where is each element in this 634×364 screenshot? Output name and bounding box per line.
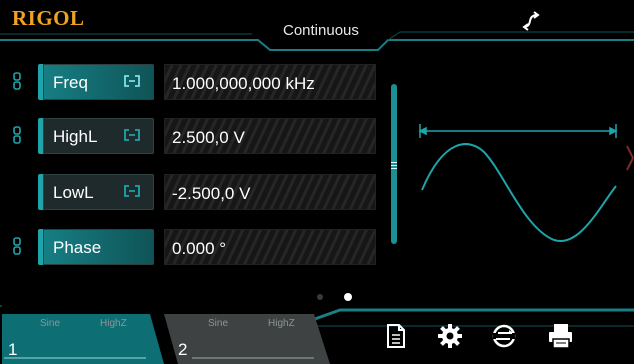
- brand-logo: RIGOL: [12, 6, 85, 30]
- channel-2-number: 2: [178, 340, 188, 359]
- param-label-text: HighL: [53, 127, 98, 146]
- sine-wave: [421, 143, 617, 243]
- coupling-icon: [124, 75, 140, 87]
- coupling-icon: [124, 129, 140, 141]
- utility-icon[interactable]: [490, 322, 518, 350]
- link-icon[interactable]: [12, 237, 22, 255]
- coupling-icon: [124, 185, 140, 197]
- document-icon[interactable]: [382, 322, 410, 350]
- wave-edge-marker: [626, 145, 634, 171]
- channel-1-impedance: HighZ: [100, 318, 127, 329]
- param-label-lowl[interactable]: LowL: [38, 174, 154, 210]
- channel-2-impedance: HighZ: [268, 318, 295, 329]
- param-label-phase[interactable]: Phase: [38, 229, 154, 265]
- param-value-text: -2.500,0 V: [172, 184, 251, 203]
- link-icon[interactable]: [12, 126, 22, 144]
- param-value-text: 1.000,000,000 kHz: [172, 74, 315, 93]
- channel-2-tab-shape: [164, 314, 330, 364]
- sync-arrow-icon[interactable]: [520, 10, 542, 32]
- channel-2-wave: Sine: [208, 318, 229, 329]
- waveform-preview: [418, 124, 634, 243]
- channel-1-wave: Sine: [40, 318, 61, 329]
- gear-icon[interactable]: [436, 322, 464, 350]
- channel-1-tab-shape: [2, 314, 164, 364]
- channel-1-tab[interactable]: 1 Sine HighZ: [0, 312, 166, 364]
- param-label-text: Freq: [53, 73, 88, 92]
- param-label-text: LowL: [53, 183, 94, 202]
- period-marker: [418, 124, 618, 138]
- param-value-freq[interactable]: 1.000,000,000 kHz: [164, 64, 376, 100]
- param-label-text: Phase: [53, 238, 102, 257]
- link-icon[interactable]: [12, 72, 22, 90]
- run-mode-label[interactable]: Continuous: [283, 22, 359, 39]
- channel-1-number: 1: [8, 340, 18, 359]
- param-value-text: 2.500,0 V: [172, 128, 245, 147]
- param-value-text: 0.000 °: [172, 239, 227, 258]
- param-label-highl[interactable]: HighL: [38, 118, 154, 154]
- print-icon[interactable]: [546, 322, 574, 350]
- param-value-highl[interactable]: 2.500,0 V: [164, 118, 376, 154]
- param-scrollbar[interactable]: [389, 84, 399, 244]
- param-value-phase[interactable]: 0.000 °: [164, 229, 376, 265]
- param-label-freq[interactable]: Freq: [38, 64, 154, 100]
- param-value-lowl[interactable]: -2.500,0 V: [164, 174, 376, 210]
- channel-2-tab[interactable]: 2 Sine HighZ: [164, 312, 334, 364]
